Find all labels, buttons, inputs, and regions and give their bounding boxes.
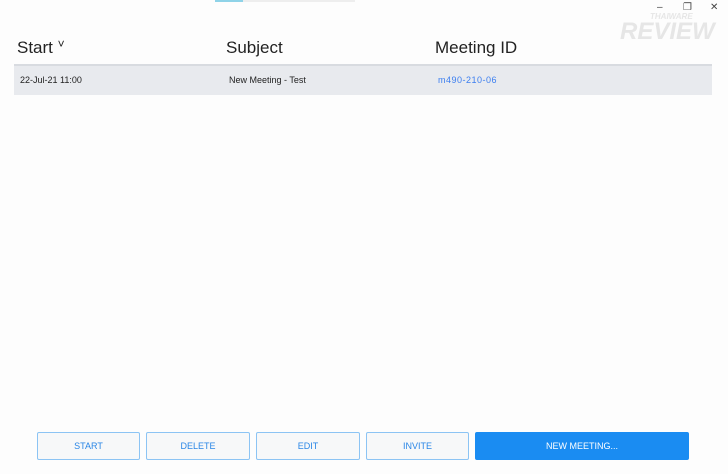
close-button[interactable]: ✕ — [710, 2, 718, 13]
column-header-start[interactable]: Start ˅ — [17, 37, 65, 58]
column-header-meeting-id[interactable]: Meeting ID — [435, 38, 517, 58]
invite-button[interactable]: INVITE — [366, 432, 469, 460]
new-meeting-button[interactable]: NEW MEETING... — [475, 432, 689, 460]
top-progress-bar — [215, 0, 355, 2]
restore-button[interactable]: ❐ — [683, 2, 692, 13]
cell-meeting-id[interactable]: m490-210-06 — [438, 75, 497, 85]
cell-subject: New Meeting - Test — [229, 75, 306, 85]
delete-button[interactable]: DELETE — [146, 432, 250, 460]
table-row[interactable]: 22-Jul-21 11:00 New Meeting - Test m490-… — [14, 66, 712, 95]
minimize-button[interactable]: – — [657, 2, 663, 13]
sort-chevron-icon: ˅ — [57, 37, 65, 51]
cell-start: 22-Jul-21 11:00 — [20, 75, 82, 85]
edit-button[interactable]: EDIT — [256, 432, 360, 460]
column-header-subject[interactable]: Subject — [226, 38, 283, 58]
start-button[interactable]: START — [37, 432, 140, 460]
